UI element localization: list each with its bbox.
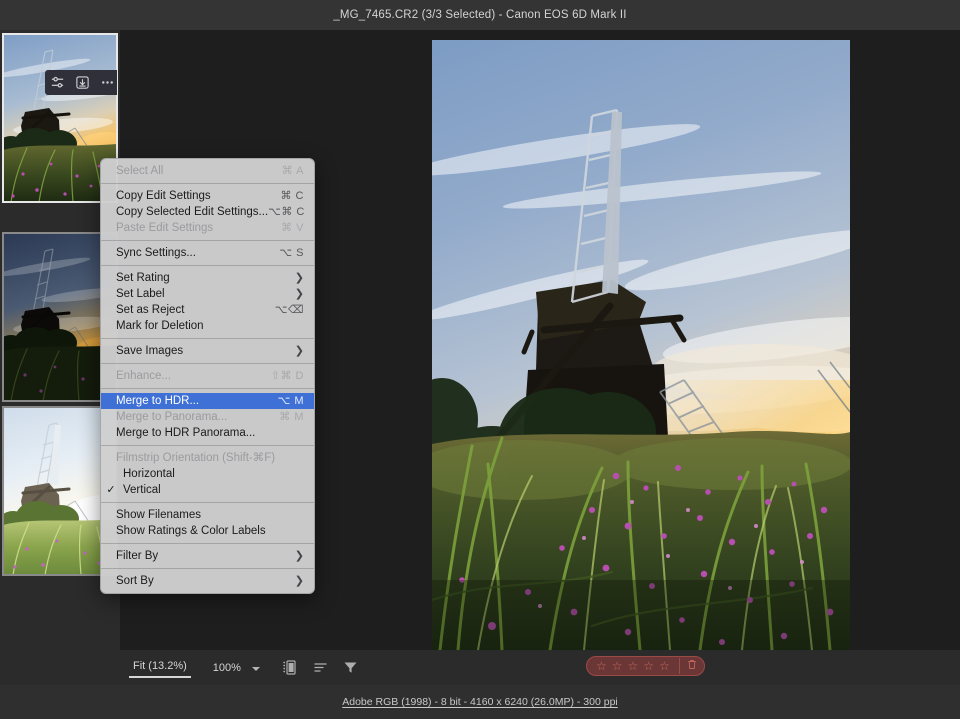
menu-item-label: Enhance... — [116, 370, 171, 382]
menu-item-label: Save Images — [116, 345, 184, 357]
menu-item-filter-by[interactable]: Filter By ❯ — [101, 548, 314, 564]
menu-separator — [101, 568, 314, 569]
menu-item-merge-to-hdr[interactable]: Merge to HDR... ⌥ M — [101, 393, 314, 409]
menu-item-label: Filmstrip Orientation (Shift-⌘F) — [116, 452, 276, 464]
menu-item-label: Merge to HDR... — [116, 395, 200, 407]
submenu-chevron-right-icon: ❯ — [294, 549, 304, 562]
submenu-chevron-right-icon: ❯ — [294, 574, 304, 587]
rating-toolbar[interactable]: ☆ ☆ ☆ ☆ ☆ — [586, 656, 705, 676]
menu-separator — [101, 363, 314, 364]
menu-separator — [101, 265, 314, 266]
menu-item-set-rating[interactable]: Set Rating ❯ — [101, 270, 314, 286]
submenu-chevron-right-icon: ❯ — [294, 271, 304, 284]
menu-item-shortcut: ⌥ S — [279, 247, 304, 259]
submenu-chevron-right-icon: ❯ — [294, 287, 304, 300]
menu-item-filmstrip-orientation-shift-f: Filmstrip Orientation (Shift-⌘F) — [101, 450, 314, 466]
zoom-fit-button[interactable]: Fit (13.2%) — [127, 657, 193, 678]
main-photo-windmill-sunset — [432, 40, 850, 650]
menu-item-copy-selected-edit-settings[interactable]: Copy Selected Edit Settings... ⌥⌘ C — [101, 204, 314, 220]
menu-item-label: Horizontal — [123, 468, 175, 480]
checkmark-icon: ✓ — [106, 484, 116, 496]
menu-item-label: Sort By — [116, 575, 154, 587]
star-rating-control[interactable]: ☆ ☆ ☆ ☆ ☆ — [587, 660, 679, 672]
bottom-toolbar: Fit (13.2%) 100% — [120, 650, 960, 685]
image-info-text[interactable]: Adobe RGB (1998) - 8 bit - 4160 x 6240 (… — [342, 696, 618, 708]
menu-item-vertical[interactable]: ✓ Vertical — [101, 482, 314, 498]
menu-item-label: Show Filenames — [116, 509, 202, 521]
title-bar: _MG_7465.CR2 (3/3 Selected) - Canon EOS … — [0, 0, 960, 30]
trash-icon[interactable] — [680, 659, 704, 673]
zoom-100-button[interactable]: 100% — [213, 662, 241, 674]
star-3[interactable]: ☆ — [628, 660, 639, 672]
menu-item-shortcut: ⌥⌘ C — [268, 206, 305, 218]
menu-separator — [101, 183, 314, 184]
menu-item-copy-edit-settings[interactable]: Copy Edit Settings ⌘ C — [101, 188, 314, 204]
menu-item-shortcut: ⌘ M — [279, 411, 304, 423]
window-title: _MG_7465.CR2 (3/3 Selected) - Canon EOS … — [333, 9, 627, 21]
toolbar-icon-group — [282, 659, 359, 676]
menu-separator — [101, 543, 314, 544]
menu-item-label: Filter By — [116, 550, 159, 562]
menu-item-label: Paste Edit Settings — [116, 222, 214, 234]
menu-item-label: Set as Reject — [116, 304, 185, 316]
menu-item-shortcut: ⌥⌫ — [274, 304, 304, 316]
menu-item-set-label[interactable]: Set Label ❯ — [101, 286, 314, 302]
menu-item-label: Merge to HDR Panorama... — [116, 427, 256, 439]
star-5[interactable]: ☆ — [659, 660, 670, 672]
thumbnail-hover-toolbar[interactable] — [45, 70, 117, 95]
photo-svg — [432, 40, 850, 650]
menu-item-paste-edit-settings: Paste Edit Settings ⌘ V — [101, 220, 314, 236]
menu-separator — [101, 445, 314, 446]
star-1[interactable]: ☆ — [596, 660, 607, 672]
menu-separator — [101, 338, 314, 339]
menu-item-shortcut: ⌘ C — [280, 190, 304, 202]
menu-separator — [101, 388, 314, 389]
menu-separator — [101, 240, 314, 241]
filmstrip-icon[interactable] — [282, 659, 299, 676]
menu-item-label: Set Rating — [116, 272, 170, 284]
menu-item-label: Merge to Panorama... — [116, 411, 228, 423]
menu-item-horizontal[interactable]: Horizontal — [101, 466, 314, 482]
star-2[interactable]: ☆ — [612, 660, 623, 672]
menu-item-shortcut: ⌥ M — [277, 395, 304, 407]
filter-funnel-icon[interactable] — [342, 659, 359, 676]
chevron-down-icon[interactable] — [251, 666, 260, 671]
menu-item-shortcut: ⇧⌘ D — [270, 370, 304, 382]
menu-item-sort-by[interactable]: Sort By ❯ — [101, 573, 314, 589]
menu-item-label: Sync Settings... — [116, 247, 196, 259]
download-icon[interactable] — [75, 75, 90, 90]
menu-item-label: Copy Edit Settings — [116, 190, 211, 202]
menu-item-label: Show Ratings & Color Labels — [116, 525, 266, 537]
app-window: _MG_7465.CR2 (3/3 Selected) - Canon EOS … — [0, 0, 960, 719]
status-bar: Adobe RGB (1998) - 8 bit - 4160 x 6240 (… — [0, 685, 960, 719]
main-photo-frame[interactable] — [432, 40, 850, 650]
menu-item-label: Set Label — [116, 288, 165, 300]
submenu-chevron-right-icon: ❯ — [294, 344, 304, 357]
menu-item-merge-to-panorama: Merge to Panorama... ⌘ M — [101, 409, 314, 425]
menu-item-enhance: Enhance... ⇧⌘ D — [101, 368, 314, 384]
menu-item-select-all: Select All ⌘ A — [101, 163, 314, 179]
sliders-icon[interactable] — [50, 75, 65, 90]
menu-item-shortcut: ⌘ V — [281, 222, 304, 234]
menu-item-show-filenames[interactable]: Show Filenames — [101, 507, 314, 523]
menu-item-label: Vertical — [123, 484, 161, 496]
menu-separator — [101, 502, 314, 503]
menu-item-mark-for-deletion[interactable]: Mark for Deletion — [101, 318, 314, 334]
menu-item-sync-settings[interactable]: Sync Settings... ⌥ S — [101, 245, 314, 261]
menu-item-shortcut: ⌘ A — [281, 165, 304, 177]
star-4[interactable]: ☆ — [643, 660, 654, 672]
menu-item-save-images[interactable]: Save Images ❯ — [101, 343, 314, 359]
menu-item-label: Copy Selected Edit Settings... — [116, 206, 269, 218]
context-menu[interactable]: Select All ⌘ A Copy Edit Settings ⌘ C Copy S… — [100, 158, 315, 594]
menu-item-set-as-reject[interactable]: Set as Reject ⌥⌫ — [101, 302, 314, 318]
menu-item-show-ratings-color-labels[interactable]: Show Ratings & Color Labels — [101, 523, 314, 539]
menu-item-label: Select All — [116, 165, 164, 177]
sort-icon[interactable] — [312, 659, 329, 676]
menu-item-label: Mark for Deletion — [116, 320, 204, 332]
menu-item-merge-to-hdr-panorama[interactable]: Merge to HDR Panorama... — [101, 425, 314, 441]
ellipsis-icon[interactable] — [100, 75, 115, 90]
